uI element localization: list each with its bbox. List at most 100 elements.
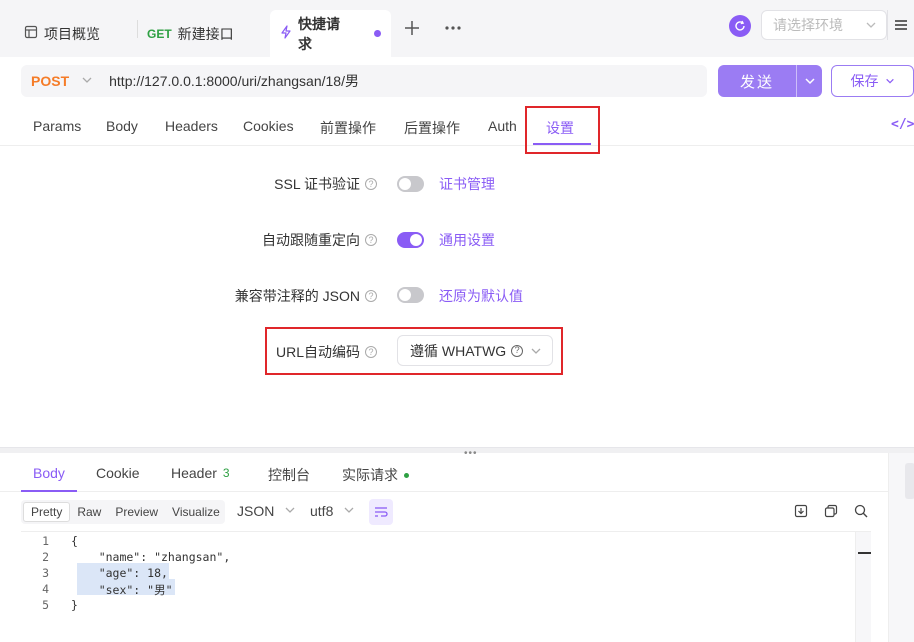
save-label: 保存 — [850, 73, 879, 89]
line-number: 4 — [42, 582, 49, 596]
restore-default-link[interactable]: 还原为默认值 — [439, 286, 523, 306]
top-tab-bar: 项目概览 GET 新建接口 快捷请求 请选择环境 — [0, 0, 914, 57]
encoding-select[interactable]: utf8 — [310, 503, 355, 519]
toggle-knob — [399, 289, 411, 301]
encoding-value: utf8 — [310, 503, 334, 519]
tab-body[interactable]: Body — [106, 118, 138, 134]
copy-icon[interactable] — [823, 503, 839, 519]
unsaved-dot-icon — [374, 30, 381, 37]
ssl-setting-label: SSL 证书验证 ? — [160, 174, 377, 194]
tab-label: 新建接口 — [177, 25, 234, 42]
lightning-icon — [280, 25, 292, 42]
code-line: "name": "zhangsan", — [71, 550, 231, 564]
redirect-toggle[interactable] — [397, 232, 424, 248]
format-value: JSON — [237, 503, 275, 519]
cert-management-link[interactable]: 证书管理 — [439, 174, 495, 194]
view-mode-segment: Pretty Raw Preview Visualize — [21, 500, 225, 524]
general-settings-link[interactable]: 通用设置 — [439, 230, 495, 250]
highlight-box — [525, 106, 600, 154]
header-count-badge: 3 — [222, 466, 230, 480]
tab-response-header[interactable]: Header 3 — [171, 465, 230, 481]
line-number: 5 — [42, 598, 49, 612]
search-icon[interactable] — [853, 503, 869, 519]
tab-label: Header — [171, 465, 217, 481]
save-button[interactable]: 保存 — [831, 65, 914, 97]
tab-label: 项目概览 — [44, 25, 100, 42]
chevron-down-icon — [865, 18, 877, 34]
wrap-icon — [375, 507, 388, 517]
scrollbar-thumb[interactable] — [858, 552, 871, 554]
json-comments-setting-label: 兼容带注释的 JSON ? — [160, 286, 377, 306]
ssl-label-text: SSL 证书验证 — [274, 176, 360, 192]
line-number: 1 — [42, 534, 49, 548]
code-line: { — [71, 534, 78, 548]
plus-icon — [405, 21, 419, 35]
help-icon[interactable]: ? — [365, 178, 377, 190]
url-input[interactable]: http://127.0.0.1:8000/uri/zhangsan/18/男 — [105, 71, 359, 91]
toggle-knob — [410, 234, 422, 246]
format-select[interactable]: JSON — [237, 503, 296, 519]
environment-select[interactable]: 请选择环境 — [761, 10, 887, 40]
ellipsis-icon — [445, 26, 461, 30]
vertical-scrollbar[interactable] — [855, 532, 871, 642]
tab-cookies[interactable]: Cookies — [243, 118, 294, 134]
hamburger-icon — [895, 20, 907, 30]
toggle-knob — [399, 178, 411, 190]
tab-new-endpoint[interactable]: GET 新建接口 — [137, 10, 244, 57]
line-number: 2 — [42, 550, 49, 564]
env-sync-button[interactable] — [729, 15, 751, 37]
chevron-down-icon — [343, 503, 355, 519]
environment-placeholder: 请选择环境 — [773, 17, 843, 33]
tab-label: Cookie — [96, 465, 140, 481]
tab-auth[interactable]: Auth — [488, 118, 517, 134]
tab-post-operations[interactable]: 后置操作 — [404, 118, 460, 138]
send-label: 发送 — [739, 73, 774, 91]
status-dot-icon — [404, 472, 409, 478]
code-view-icon[interactable]: </> — [891, 117, 914, 132]
side-panel — [888, 453, 914, 642]
add-tab-button[interactable] — [402, 17, 422, 39]
highlight-box — [265, 327, 563, 375]
tab-actual-request[interactable]: 实际请求 — [342, 465, 409, 485]
tab-response-cookie[interactable]: Cookie — [96, 465, 140, 481]
view-visualize[interactable]: Visualize — [165, 502, 227, 522]
tab-pre-operations[interactable]: 前置操作 — [320, 118, 376, 138]
tab-response-body[interactable]: Body — [33, 465, 65, 481]
tab-console[interactable]: 控制台 — [268, 465, 310, 485]
help-icon[interactable]: ? — [365, 234, 377, 246]
menu-button[interactable] — [887, 10, 914, 40]
tab-project-overview[interactable]: 项目概览 — [14, 10, 110, 57]
send-button[interactable]: 发送 — [718, 65, 822, 97]
chevron-down-icon[interactable] — [797, 75, 822, 87]
tab-headers[interactable]: Headers — [165, 118, 218, 134]
tab-label: Body — [33, 465, 65, 481]
tab-label: 快捷请求 — [298, 15, 340, 52]
download-icon[interactable] — [793, 503, 809, 519]
tab-quick-request[interactable]: 快捷请求 — [270, 10, 391, 57]
json-comments-toggle[interactable] — [397, 287, 424, 303]
overview-icon — [24, 25, 38, 42]
method-select[interactable]: POST — [31, 73, 69, 89]
side-panel-handle[interactable] — [905, 463, 914, 499]
chevron-down-icon — [284, 503, 296, 519]
view-raw[interactable]: Raw — [70, 502, 108, 522]
more-tabs-button[interactable] — [442, 17, 464, 39]
response-tabs: Body Cookie Header 3 控制台 实际请求 — [0, 453, 888, 492]
get-method-tag: GET — [147, 26, 172, 41]
view-pretty[interactable]: Pretty — [23, 502, 71, 522]
ssl-toggle[interactable] — [397, 176, 424, 192]
help-icon[interactable]: ? — [365, 290, 377, 302]
app-window: 项目概览 GET 新建接口 快捷请求 请选择环境 POST http://127… — [0, 0, 914, 642]
chevron-down-icon — [885, 73, 895, 89]
tab-label: 实际请求 — [342, 467, 398, 483]
active-tab-indicator — [21, 490, 77, 492]
chevron-down-icon[interactable] — [81, 73, 93, 89]
line-number: 3 — [42, 566, 49, 580]
response-code-view[interactable]: 1 2 3 4 5 { "name": "zhangsan", "age": 1… — [21, 531, 871, 642]
code-line: } — [71, 598, 78, 612]
word-wrap-button[interactable] — [369, 499, 393, 525]
tab-params[interactable]: Params — [33, 118, 81, 134]
view-preview[interactable]: Preview — [108, 502, 165, 522]
refresh-icon — [735, 20, 745, 31]
request-tabs: Params Body Headers Cookies 前置操作 后置操作 Au… — [0, 106, 914, 146]
